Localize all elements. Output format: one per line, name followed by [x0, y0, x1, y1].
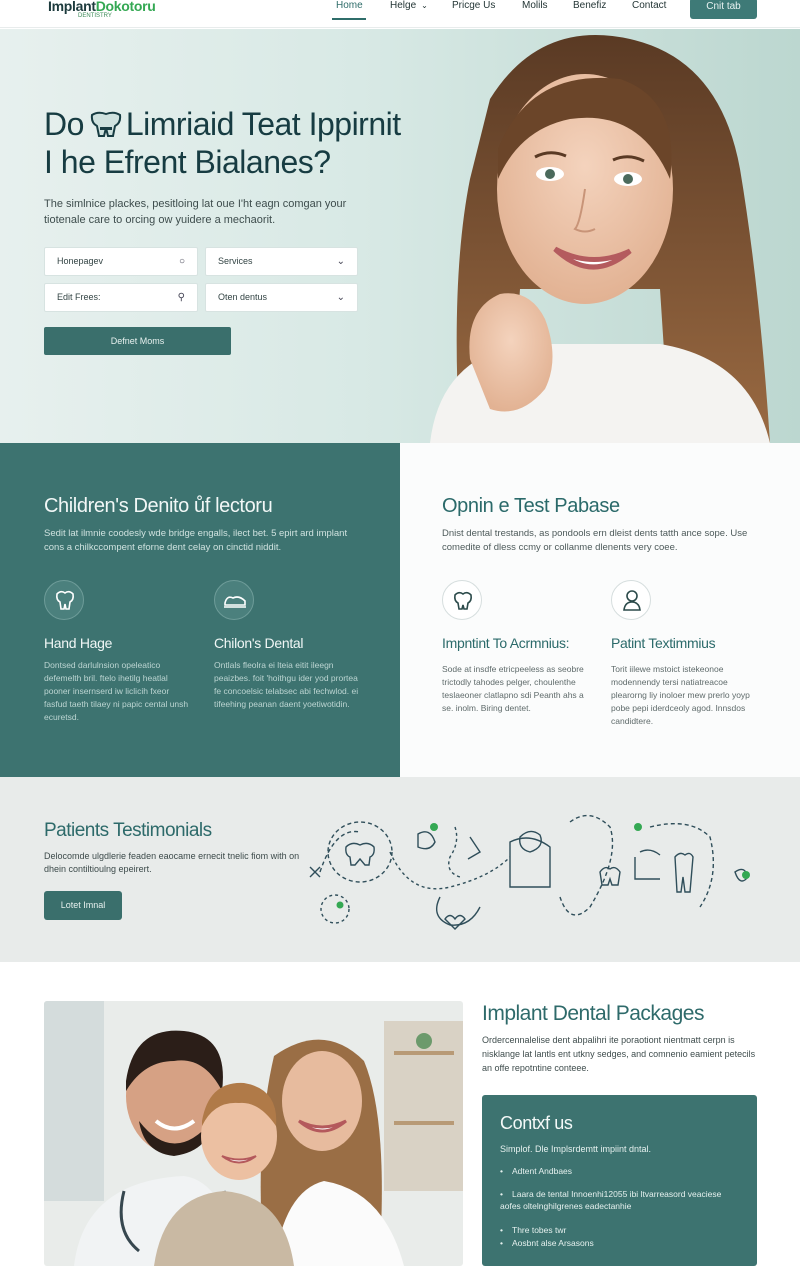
nav-item-benefits[interactable]: Benefiz: [573, 0, 606, 20]
smiling-woman-photo: [430, 35, 770, 443]
testimonials-section: Patients Testimonials Delocomde ulgdleri…: [0, 777, 800, 962]
tooth-brace-icon: [214, 580, 254, 620]
tooth-crown-icon: [442, 580, 482, 620]
hero-subtitle: The simlnice plackes, pesitloing lat oue…: [44, 198, 347, 226]
test-package-title: Opnin e Test Pabase: [442, 495, 620, 517]
testimonials-title: Patients Testimonials: [44, 820, 212, 841]
feature-title-childrens-dental: Chilon's Dental: [214, 635, 304, 651]
services-select[interactable]: Services ⌄: [205, 247, 358, 276]
dental-doodle-illustration: [309, 814, 750, 930]
logo-text-main: Implant: [48, 0, 96, 14]
dentist-person-icon: [611, 580, 651, 620]
children-dental-section: Children's Denito ůf lectoru Sedit lat i…: [0, 443, 400, 777]
test-package-desc: Dnist dental trestands, as pondools ern …: [442, 528, 748, 553]
children-section-title: Children's Denito ůf lectoru: [44, 495, 273, 517]
testimonials-desc: Delocomde ulgdlerie feaden eaocame ernec…: [44, 851, 300, 874]
homepage-field[interactable]: Honepagev ○: [44, 247, 198, 276]
search-icon: ⚲: [177, 292, 185, 303]
dentist-select[interactable]: Oten dentus ⌄: [205, 283, 358, 312]
nav-item-contact[interactable]: Contact: [632, 0, 666, 20]
contact-row-email: • Aosbnt alse Arsasons: [500, 1238, 594, 1248]
feature-title-patient: Patint Textimmius: [611, 635, 716, 651]
nav-active-underline: [332, 18, 366, 20]
hero-section: Do Limriaid Teat Ippirnit I he Efrent Bi…: [0, 29, 800, 443]
tooth-implant-icon: [90, 111, 122, 137]
feature-text-hand-hage: Dontsed darlulnsion opeleatico defemelth…: [44, 660, 189, 722]
packages-desc: Ordercennalelise dent abpalihri ite pora…: [482, 1035, 756, 1073]
contact-row-hours: • Thre tobes twr: [500, 1225, 567, 1235]
nav-item-home[interactable]: Home: [336, 0, 363, 20]
children-section-desc: Sedit lat ilmnie coodesly wde bridge eng…: [44, 528, 348, 553]
family-dentist-photo: [44, 1001, 463, 1266]
logo-text-accent: Dokotoru: [95, 0, 156, 14]
site-logo[interactable]: ImplantDokotoru: [48, 0, 156, 14]
chevron-down-icon: ⌄: [336, 292, 345, 303]
hero-submit-button[interactable]: Defnet Moms: [44, 327, 231, 355]
feature-text-childrens-dental: Ontlals fleolra ei lteia eitit ileegn pe…: [214, 660, 359, 709]
contact-title: Contxf us: [500, 1113, 573, 1133]
nav-item-pricing[interactable]: Pricge Us: [452, 0, 495, 20]
feature-title-implant: Impntint To Acrmnius:: [442, 635, 570, 651]
contact-card: Contxf us Simplof. Dle Implsrdemtt impii…: [482, 1095, 757, 1266]
chevron-down-icon: ⌄: [421, 1, 428, 10]
feature-text-implant: Sode at insdfe etricpeeless as seobre tr…: [442, 664, 584, 713]
test-package-section: Opnin e Test Pabase Dnist dental trestan…: [400, 443, 800, 777]
contact-row-location: • Laara de tental Innoenhi12055 ibi ltvar…: [500, 1189, 722, 1211]
tooth-implant-icon: [44, 580, 84, 620]
top-navbar: ImplantDokotoru DENTISTRY Home Helge ⌄ Pr…: [0, 0, 800, 28]
nav-cta-button[interactable]: Cnit tab: [690, 0, 757, 19]
logo-subtitle: DENTISTRY: [78, 13, 112, 19]
feature-title-hand-hage: Hand Hage: [44, 635, 113, 651]
testimonials-button[interactable]: Lotet Imnal: [44, 891, 122, 920]
contact-row-address: • Adtent Andbaes: [500, 1166, 573, 1176]
circle-icon: ○: [178, 256, 185, 267]
nav-item-helge[interactable]: Helge ⌄: [390, 0, 428, 20]
search-input[interactable]: Edit Frees: ⚲: [44, 283, 198, 312]
nav-item-molils[interactable]: Molils: [522, 0, 548, 20]
feature-text-patient: Torit iilewe mstoict istekeonoe modennen…: [611, 664, 750, 726]
packages-title: Implant Dental Packages: [482, 1002, 704, 1025]
contact-subtitle: Simplof. Dle Implsrdemtt impiint dntal.: [500, 1144, 652, 1154]
chevron-down-icon: ⌄: [336, 256, 345, 267]
